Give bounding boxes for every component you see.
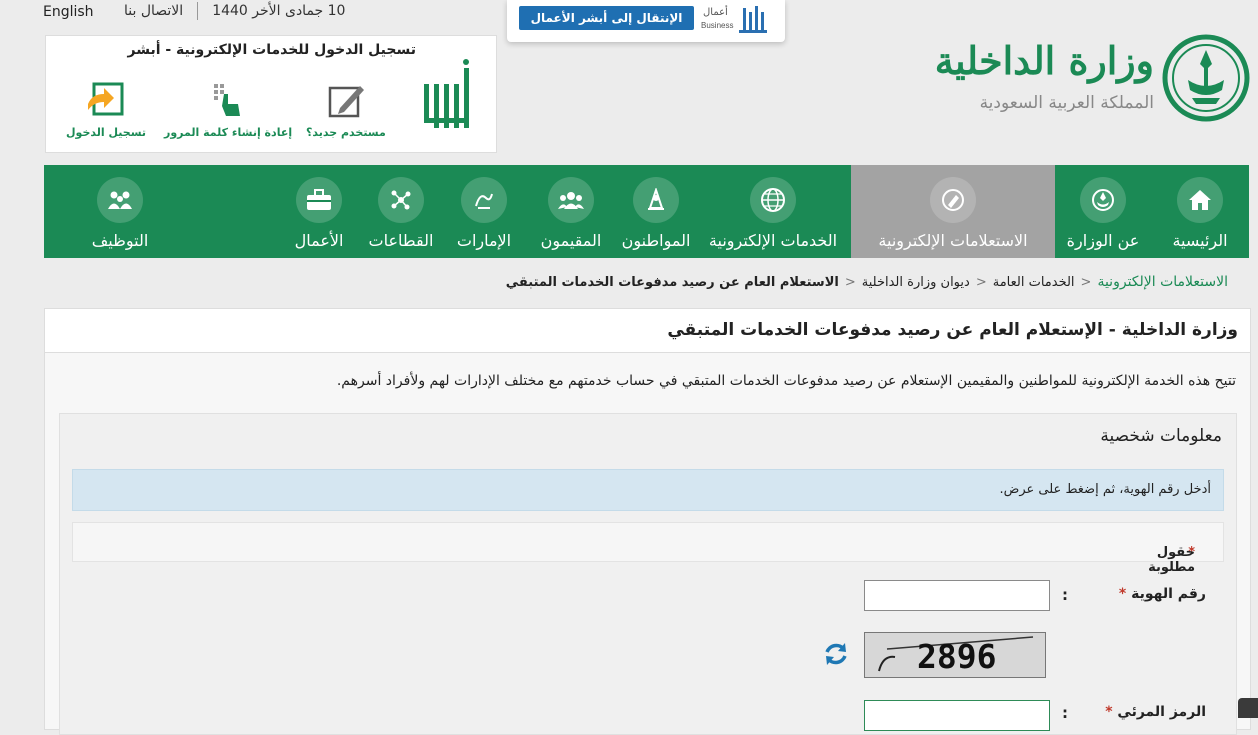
nav-label: الأعمال [294, 231, 344, 250]
chevron-left-icon: < [844, 275, 856, 290]
inquiry-icon [930, 177, 976, 223]
emblem-icon [1080, 177, 1126, 223]
breadcrumb: الاستعلامات الإلكترونية < الخدمات العامة < د… [506, 274, 1228, 290]
section-title: معلومات شخصية [1100, 426, 1222, 446]
keypad-icon [214, 84, 241, 116]
id-label-text: رقم الهوية [1131, 586, 1206, 602]
contact-link[interactable]: الاتصال بنا [124, 3, 183, 19]
required-note: * حقول مطلوبة [72, 522, 1224, 575]
chevron-left-icon: < [1080, 275, 1092, 290]
nav-item-inquiries[interactable]: الاستعلامات الإلكترونية [851, 165, 1055, 258]
business-logo-en: Business [701, 21, 734, 30]
nav-label: التوظيف [91, 231, 149, 250]
login-button[interactable]: تسجيل الدخول [66, 80, 146, 139]
nav-item-emirates[interactable]: الإمارات [443, 165, 525, 258]
required-star: * [1118, 586, 1127, 602]
globe-icon [750, 177, 796, 223]
colon: : [1062, 586, 1068, 604]
absher-logo [420, 54, 474, 134]
service-description: تتيح هذه الخدمة الإلكترونية للمواطنين وا… [336, 373, 1236, 389]
required-text: حقول مطلوبة [1148, 545, 1195, 575]
top-links: الاتصال بنا 10 جمادى الأخر 1440 [124, 2, 345, 20]
service-panel: وزارة الداخلية - الإستعلام العام عن رصيد… [44, 308, 1251, 735]
login-box: تسجيل الدخول للخدمات الإلكترونية - أبشر … [45, 35, 497, 153]
info-text: أدخل رقم الهوية، ثم إضغط على عرض. [999, 482, 1212, 497]
employment-icon [97, 177, 143, 223]
home-icon [1177, 177, 1223, 223]
captcha-code: 2896 [917, 637, 997, 676]
absher-business-button[interactable]: الإنتقال إلى أبشر الأعمال [519, 6, 694, 30]
kingdom-subtitle: المملكة العربية السعودية [979, 93, 1154, 113]
corner-widget [1238, 698, 1258, 718]
panel-header: وزارة الداخلية - الإستعلام العام عن رصيد… [45, 309, 1250, 353]
nav-item-employment[interactable]: التوظيف [51, 165, 189, 258]
nav-item-about[interactable]: عن الوزارة [1055, 165, 1151, 258]
ministry-title: وزارة الداخلية [934, 38, 1154, 83]
business-logo-ar: أعمال [703, 7, 728, 18]
captcha-image: 2896 [864, 632, 1046, 678]
business-banner: الإنتقال إلى أبشر الأعمال أعمال Business [507, 0, 785, 42]
absher-business-logo[interactable]: أعمال Business [701, 4, 771, 36]
sectors-icon [378, 177, 424, 223]
nav-item-business[interactable]: الأعمال [279, 165, 359, 258]
edit-icon [328, 86, 364, 118]
id-number-input[interactable] [864, 580, 1050, 611]
breadcrumb-item[interactable]: الاستعلامات الإلكترونية [1097, 274, 1228, 290]
breadcrumb-item[interactable]: ديوان وزارة الداخلية [862, 275, 970, 290]
nav-label: الاستعلامات الإلكترونية [878, 231, 1028, 250]
nav-label: المقيمون [540, 231, 602, 250]
nav-label: الخدمات الإلكترونية [708, 231, 838, 250]
reset-password-button[interactable]: إعادة إنشاء كلمة المرور [164, 80, 292, 139]
briefcase-icon [296, 177, 342, 223]
nav-item-eservices[interactable]: الخدمات الإلكترونية [695, 165, 851, 258]
nav-label: الإمارات [456, 231, 512, 250]
chevron-left-icon: < [975, 275, 987, 290]
login-title: تسجيل الدخول للخدمات الإلكترونية - أبشر [127, 42, 416, 58]
ministry-emblem[interactable] [1162, 34, 1250, 122]
personal-info-section: معلومات شخصية أدخل رقم الهوية، ثم إضغط ع… [59, 413, 1237, 735]
colon: : [1062, 704, 1068, 722]
residents-icon [548, 177, 594, 223]
captcha-input[interactable] [864, 700, 1050, 731]
breadcrumb-item[interactable]: الخدمات العامة [993, 275, 1075, 290]
nav-label: القطاعات [368, 231, 434, 250]
citizen-icon [633, 177, 679, 223]
nav-item-sectors[interactable]: القطاعات [359, 165, 443, 258]
login-label: تسجيل الدخول [66, 126, 147, 139]
id-label: رقم الهوية * [1119, 586, 1206, 602]
page-title: وزارة الداخلية - الإستعلام العام عن رصيد… [667, 320, 1238, 340]
nav-label: عن الوزارة [1066, 231, 1140, 250]
nav-item-citizens[interactable]: المواطنون [617, 165, 695, 258]
new-user-button[interactable]: مستخدم جديد؟ [306, 80, 386, 139]
nav-item-home[interactable]: الرئيسية [1151, 165, 1249, 258]
emirates-icon [461, 177, 507, 223]
refresh-captcha-icon[interactable] [822, 640, 850, 668]
hijri-date: 10 جمادى الأخر 1440 [212, 3, 346, 19]
nav-item-residents[interactable]: المقيمون [525, 165, 617, 258]
info-alert: أدخل رقم الهوية، ثم إضغط على عرض. [72, 469, 1224, 511]
new-user-label: مستخدم جديد؟ [306, 126, 386, 139]
divider [197, 2, 199, 20]
login-icon [88, 82, 124, 116]
nav-label: المواطنون [621, 231, 691, 250]
breadcrumb-current: الاستعلام العام عن رصيد مدفوعات الخدمات … [505, 275, 839, 290]
main-nav: الرئيسية عن الوزارة الاستعلامات الإلكترو… [44, 165, 1249, 258]
nav-label: الرئيسية [1172, 231, 1228, 250]
english-link[interactable]: English [43, 0, 94, 24]
reset-password-label: إعادة إنشاء كلمة المرور [164, 126, 293, 139]
